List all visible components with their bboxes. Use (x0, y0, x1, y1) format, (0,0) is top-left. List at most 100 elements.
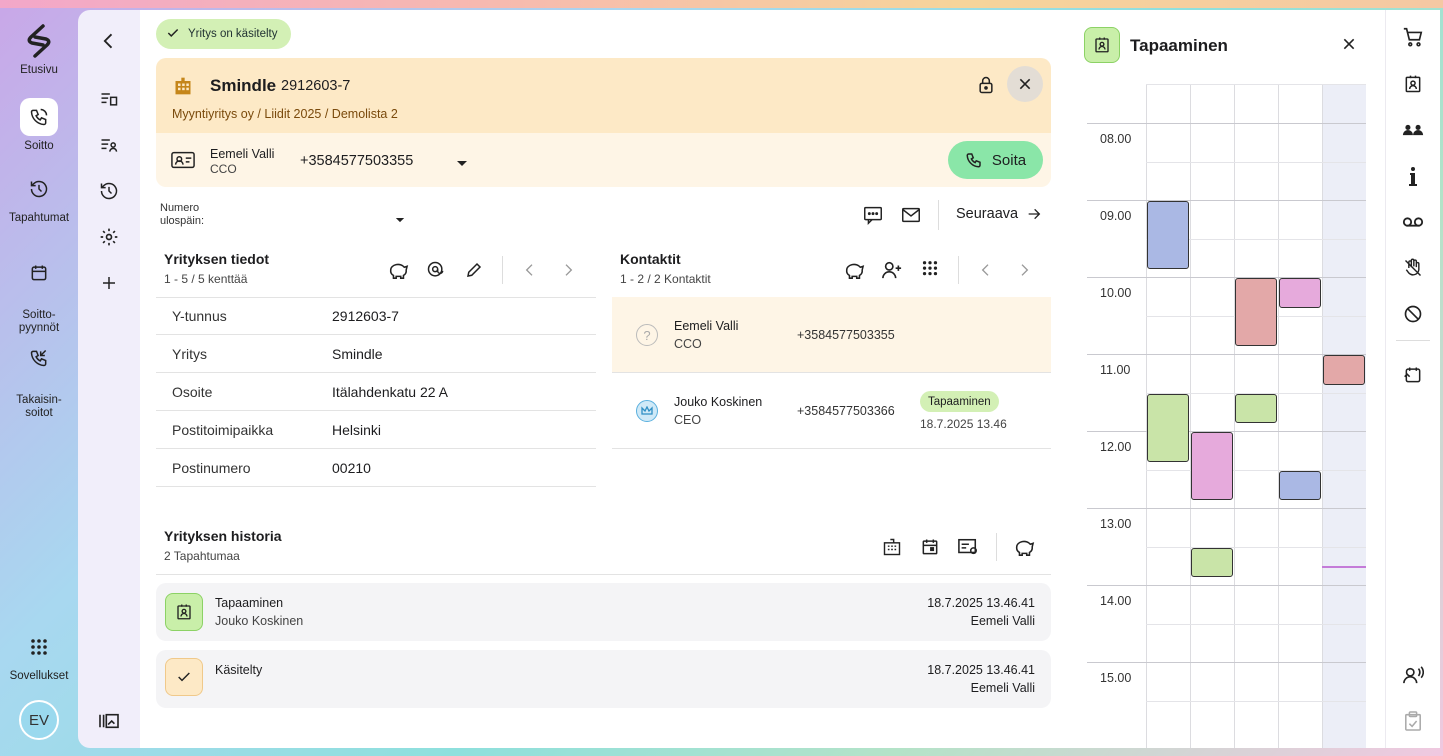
outbound-select-chevron-icon[interactable] (395, 212, 405, 227)
prev-chevron-icon[interactable] (974, 258, 998, 282)
field-key: Y-tunnus (172, 307, 227, 324)
company-list-icon[interactable] (97, 87, 121, 111)
sms-icon[interactable] (862, 204, 884, 229)
next-button[interactable]: Seuraava (956, 206, 1042, 222)
clipboard-check-icon[interactable] (1401, 709, 1425, 733)
dialpad-icon[interactable] (918, 258, 942, 282)
block-icon[interactable] (1401, 302, 1425, 326)
close-button[interactable] (1007, 66, 1043, 102)
next-chevron-icon[interactable] (1012, 258, 1036, 282)
calendar-event[interactable] (1147, 201, 1189, 270)
back-chevron-icon[interactable] (97, 29, 121, 53)
task-filter-icon[interactable] (956, 535, 980, 559)
nav-etusivu[interactable]: Etusivu (0, 22, 78, 76)
divider (996, 533, 997, 561)
meeting-icon[interactable] (1401, 72, 1425, 96)
building-filter-icon[interactable] (880, 535, 904, 559)
location-at-icon[interactable] (424, 258, 448, 282)
calendar-event[interactable] (1191, 547, 1233, 578)
calendar-grid[interactable]: 08.00 09.00 10.00 11.00 12.00 13.00 14.00 15.00 (1087, 84, 1366, 748)
history-icon[interactable] (97, 179, 121, 203)
settings-gear-icon[interactable] (97, 225, 121, 249)
contact-list-icon[interactable] (97, 133, 121, 157)
field-value[interactable]: Itälahdenkatu 22 A (332, 384, 448, 400)
nav-soitto[interactable]: Soitto (0, 98, 78, 152)
calendar-event[interactable] (1191, 432, 1233, 501)
company-info-row: Yritys Smindle (156, 335, 596, 373)
calendar-callback-icon[interactable] (1401, 363, 1425, 387)
cart-icon[interactable] (1401, 25, 1425, 49)
field-key: Postitoimipaikka (172, 421, 274, 438)
assistant-voice-icon[interactable] (1401, 663, 1425, 687)
group-icon[interactable] (1401, 118, 1425, 142)
next-chevron-icon[interactable] (556, 258, 580, 282)
layout-panel-icon[interactable] (97, 709, 121, 733)
right-rail (1385, 10, 1440, 748)
history-person: Jouko Koskinen (215, 614, 304, 628)
info-icon[interactable] (1401, 164, 1425, 188)
close-icon (1019, 78, 1031, 90)
divider (502, 256, 503, 284)
unknown-role-icon: ? (636, 324, 658, 346)
half-hour-line (1146, 161, 1366, 163)
calendar-event[interactable] (1279, 278, 1321, 308)
contact-phone[interactable]: +3584577503366 (797, 404, 895, 418)
building-icon (173, 76, 193, 99)
contact-row[interactable]: Jouko Koskinen CEO +3584577503366 Tapaam… (612, 373, 1051, 449)
history-type: Käsitelty (215, 663, 263, 677)
add-person-icon[interactable] (880, 258, 904, 282)
contact-name: Jouko Koskinen (674, 395, 763, 409)
breadcrumb-item[interactable]: Liidit 2025 (264, 107, 321, 121)
prev-chevron-icon[interactable] (518, 258, 542, 282)
breadcrumb-item[interactable]: Myyntiyritys oy (172, 107, 254, 121)
hour-line (1087, 662, 1366, 663)
breadcrumb-item[interactable]: Demolista 2 (332, 107, 398, 121)
half-hour-line (1146, 700, 1366, 702)
hour-label: 13.00 (1100, 517, 1132, 531)
nav-takaisinsoitot[interactable]: Takaisin- soitot (0, 326, 78, 433)
piggybank-icon[interactable] (842, 258, 866, 282)
grid-column-line (1322, 84, 1323, 748)
hour-label: 10.00 (1100, 286, 1132, 300)
calendar-filter-icon[interactable] (918, 535, 942, 559)
calendar-panel: Tapaaminen 08.00 09.00 10.00 11.00 12.00 13.0… (1067, 10, 1385, 748)
field-value[interactable]: 00210 (332, 460, 371, 476)
voicemail-icon[interactable] (1401, 210, 1425, 234)
edit-pencil-icon[interactable] (462, 258, 486, 282)
check-icon (166, 26, 180, 43)
do-not-call-hand-icon[interactable] (1401, 256, 1425, 280)
field-value[interactable]: Helsinki (332, 422, 381, 438)
calendar-title: Tapaaminen (1130, 36, 1228, 55)
piggybank-icon[interactable] (1012, 535, 1036, 559)
company-info-row: Y-tunnus 2912603-7 (156, 297, 596, 335)
field-key: Yritys (172, 345, 207, 362)
lock-icon[interactable] (976, 75, 996, 98)
calendar-event[interactable] (1147, 393, 1189, 462)
field-value[interactable]: 2912603-7 (332, 308, 399, 324)
nav-tapahtumat[interactable]: Tapahtumat (0, 170, 78, 224)
contact-phone[interactable]: +3584577503355 (797, 328, 895, 342)
history-item[interactable]: Tapaaminen Jouko Koskinen 18.7.2025 13.4… (156, 583, 1051, 641)
chevron-down-icon[interactable] (456, 156, 468, 171)
call-button[interactable]: Soita (948, 141, 1043, 179)
main-nav: Etusivu Soitto Tapahtumat Soitto- pyynnö… (0, 0, 78, 756)
calendar-event[interactable] (1235, 278, 1277, 347)
history-item[interactable]: Käsitelty 18.7.2025 13.46.41 Eemeli Vall… (156, 650, 1051, 708)
nav-sovellukset[interactable]: Sovellukset (0, 628, 78, 682)
field-value[interactable]: Smindle (332, 346, 383, 362)
email-icon[interactable] (900, 204, 922, 229)
add-icon[interactable] (97, 271, 121, 295)
phone-select[interactable]: +3584577503355 (300, 153, 413, 169)
piggybank-icon[interactable] (386, 258, 410, 282)
calendar-phone-icon (20, 254, 58, 292)
calendar-event[interactable] (1279, 470, 1321, 501)
close-icon[interactable] (1341, 36, 1357, 55)
contact-row[interactable]: ? Eemeli Valli CCO +3584577503355 (612, 297, 1051, 373)
calendar-event[interactable] (1235, 393, 1277, 424)
calendar-event[interactable] (1323, 355, 1365, 385)
apps-grid-icon (20, 628, 58, 666)
hour-label: 08.00 (1100, 132, 1132, 146)
nav-label: Soitto (24, 140, 54, 152)
avatar[interactable]: EV (19, 700, 59, 740)
divider (156, 574, 1051, 575)
